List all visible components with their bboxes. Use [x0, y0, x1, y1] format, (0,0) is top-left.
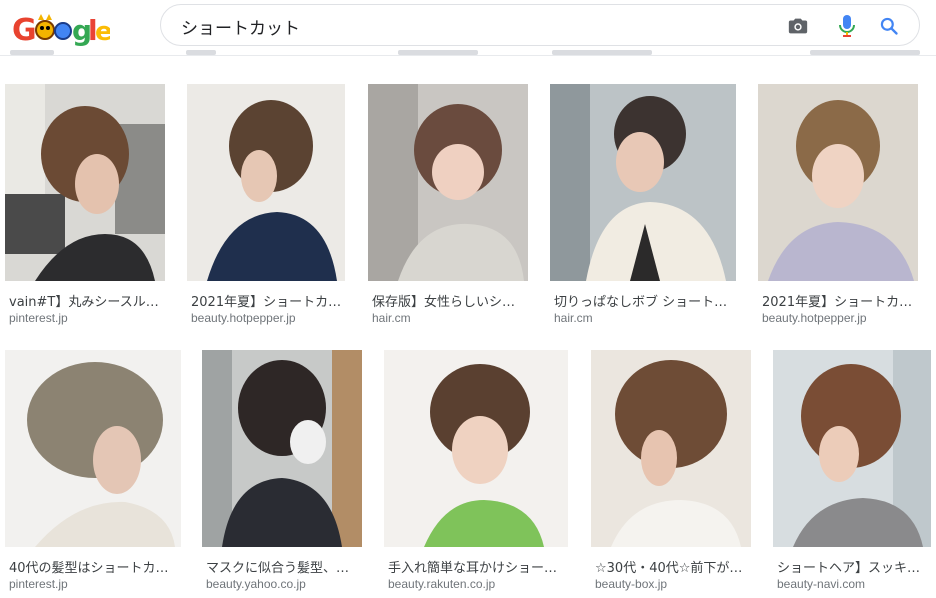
result-thumbnail[interactable]: [550, 84, 736, 281]
result-domain: beauty-navi.com: [777, 577, 866, 591]
search-box[interactable]: [160, 4, 920, 46]
result-thumbnail[interactable]: [384, 350, 568, 547]
result-title[interactable]: マスクに似合う髪型、…: [206, 557, 362, 576]
image-result[interactable]: マスクに似合う髪型、… beauty.yahoo.co.jp: [202, 350, 364, 595]
image-result[interactable]: 手入れ簡単な耳かけショー… beauty.rakuten.co.jp: [384, 350, 570, 595]
camera-icon[interactable]: [785, 13, 811, 39]
result-title[interactable]: vain#T】丸みシースル…: [9, 291, 165, 310]
image-result[interactable]: 2021年夏】ショートカ… beauty.hotpepper.jp: [758, 84, 920, 329]
google-doodle-logo[interactable]: G g l e: [10, 8, 113, 50]
result-domain: pinterest.jp: [9, 311, 68, 325]
image-result[interactable]: vain#T】丸みシースル… pinterest.jp: [5, 84, 167, 329]
result-domain: beauty.yahoo.co.jp: [206, 577, 306, 591]
result-domain: pinterest.jp: [9, 577, 68, 591]
result-domain: beauty.rakuten.co.jp: [388, 577, 496, 591]
result-thumbnail[interactable]: [187, 84, 345, 281]
result-domain: beauty-box.jp: [595, 577, 668, 591]
result-domain: beauty.hotpepper.jp: [762, 311, 867, 325]
result-thumbnail[interactable]: [758, 84, 918, 281]
result-title[interactable]: ☆30代・40代☆前下が…: [595, 557, 751, 576]
image-result[interactable]: 保存版】女性らしいシ… hair.cm: [368, 84, 530, 329]
result-thumbnail[interactable]: [591, 350, 751, 547]
header-bar: G g l e: [0, 0, 936, 56]
svg-text:e: e: [95, 17, 110, 47]
result-thumbnail[interactable]: [202, 350, 362, 547]
image-result[interactable]: ☆30代・40代☆前下が… beauty-box.jp: [591, 350, 753, 595]
result-title[interactable]: 2021年夏】ショートカ…: [762, 291, 918, 310]
image-result[interactable]: 2021年夏】ショートカ… beauty.hotpepper.jp: [187, 84, 347, 329]
chip-remnant: [552, 50, 652, 55]
result-title[interactable]: 保存版】女性らしいシ…: [372, 291, 528, 310]
chip-remnant: [810, 50, 920, 55]
result-thumbnail[interactable]: [773, 350, 931, 547]
result-title[interactable]: 40代の髪型はショートカ…: [9, 557, 181, 576]
search-icon[interactable]: [876, 13, 902, 39]
result-thumbnail[interactable]: [5, 350, 181, 547]
result-title[interactable]: 切りっぱなしボブ ショート…: [554, 291, 736, 310]
chip-remnant: [10, 50, 54, 55]
result-title[interactable]: 手入れ簡単な耳かけショー…: [388, 557, 568, 576]
filter-chip-strip: [0, 50, 936, 56]
result-thumbnail[interactable]: [368, 84, 528, 281]
search-input[interactable]: [181, 13, 741, 39]
chip-remnant: [186, 50, 216, 55]
chip-remnant: [398, 50, 478, 55]
result-title[interactable]: ショートヘア】スッキ…: [777, 557, 931, 576]
svg-text:G: G: [12, 13, 37, 48]
result-domain: hair.cm: [372, 311, 411, 325]
image-result[interactable]: 切りっぱなしボブ ショート… hair.cm: [550, 84, 738, 329]
result-thumbnail[interactable]: [5, 84, 165, 281]
result-domain: hair.cm: [554, 311, 593, 325]
image-result[interactable]: ショートヘア】スッキ… beauty-navi.com: [773, 350, 933, 595]
image-result[interactable]: 40代の髪型はショートカ… pinterest.jp: [5, 350, 183, 595]
result-title[interactable]: 2021年夏】ショートカ…: [191, 291, 345, 310]
microphone-icon[interactable]: [834, 13, 860, 39]
result-domain: beauty.hotpepper.jp: [191, 311, 296, 325]
